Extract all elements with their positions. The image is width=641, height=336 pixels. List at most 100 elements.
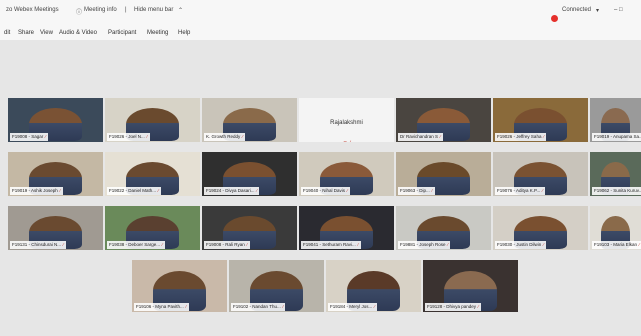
participant-tile[interactable]: F19062 - Sunita Kuruv...⁄ — [590, 152, 641, 196]
participant-name: F19026 - Joel N... — [109, 134, 145, 139]
participant-name-label: F19041 - Sethuram Ravi... ⁄ — [301, 241, 361, 249]
mic-muted-icon: ⁄ — [543, 242, 545, 247]
participant-name-label: F19062 - Sunita Kuruv...⁄ — [592, 187, 641, 195]
participant-name-label: F19038 - Deboer Sarge... ⁄ — [107, 241, 165, 249]
participant-name: F19063 - Dip... — [400, 188, 430, 193]
hide-menu-bar-button[interactable]: Hide menu bar — [134, 7, 173, 13]
mic-muted-icon: ⁄ — [185, 304, 187, 309]
participant-name: F19106 - Myna Pavith... — [136, 304, 184, 309]
participant-tile[interactable]: F19022 - Daniel Math... ⁄ — [105, 152, 200, 196]
meeting-info-button[interactable]: Meeting info — [84, 7, 117, 13]
participant-name-label: F19184 - Meryl Jos... ⁄ — [328, 303, 378, 311]
participant-tile[interactable]: F19030 - Justin Dilwin ⁄ — [493, 206, 588, 250]
participant-name: Dr Ravichandran S — [400, 134, 439, 139]
participant-tile[interactable]: F19076 - Aditya K.P... ⁄ — [493, 152, 588, 196]
participant-name: F19040 - Nihal Davis — [303, 188, 346, 193]
connection-status-icon — [551, 15, 558, 22]
participant-tile[interactable]: F19103 - Maria Elkan ⁄ — [590, 206, 641, 250]
participant-name: F19062 - Sunita Kuruv... — [594, 188, 641, 193]
participant-name: F19038 - Deboer Sarge... — [109, 242, 161, 247]
participant-tile[interactable]: F19040 - Nihal Davis ⁄ — [299, 152, 394, 196]
participant-name-label: F19026 - Joel N... ⁄ — [107, 133, 150, 141]
participant-name-label: F19131 - Chinsdurai N... ⁄ — [10, 241, 66, 249]
participant-tile[interactable]: F19026 - Jeffrey Saha ⁄ — [493, 98, 588, 142]
app-title: zo Webex Meetings — [6, 7, 59, 13]
menu-share[interactable]: Share — [18, 30, 34, 36]
menu-audio-video[interactable]: Audio & Video — [59, 30, 97, 36]
window-controls[interactable]: – □ — [614, 7, 623, 13]
title-bar: zo Webex Meetings ⓘ Meeting info | Hide … — [0, 0, 641, 22]
participant-name-label: F19019 - Ashik Joseph ⁄ — [10, 187, 63, 195]
participant-tile[interactable]: F19019 - Anupama Sa...⁄ — [590, 98, 641, 142]
participant-name: F19881 - Joseph Rose — [400, 242, 446, 247]
participant-tile[interactable]: Rajalakshmi ⊘ ⁄ — [299, 98, 394, 142]
participant-name: F19128 - Dhivya pandey — [427, 304, 477, 309]
participant-tile[interactable]: F19128 - Dhivya pandey ⁄ — [423, 260, 518, 312]
participant-tile[interactable]: F19038 - Deboer Sarge... ⁄ — [105, 206, 200, 250]
mic-muted-icon: ⁄ — [146, 134, 148, 139]
mic-muted-icon: ⁄ — [162, 242, 163, 247]
participant-tile[interactable]: F19063 - Dip... ⁄ — [396, 152, 491, 196]
participant-name-large: Rajalakshmi — [330, 120, 363, 126]
participant-name-label: F19040 - Nihal Davis ⁄ — [301, 187, 350, 195]
menu-meeting[interactable]: Meeting — [147, 30, 168, 36]
chevron-up-icon[interactable]: ⌃ — [178, 7, 183, 14]
participant-name-label: F19076 - Aditya K.P... ⁄ — [495, 187, 545, 195]
mic-muted-icon: ⁄ — [246, 242, 248, 247]
participant-name-label: Dr Ravichandran S ⁄ — [398, 133, 443, 141]
menu-edit[interactable]: dit — [4, 30, 10, 36]
mic-muted-icon: ⊘ ⁄ — [299, 140, 394, 142]
participant-tile[interactable]: F19041 - Sethuram Ravi... ⁄ — [299, 206, 394, 250]
participant-name-label: F19022 - Daniel Math... ⁄ — [107, 187, 161, 195]
participant-name-label: K. Growth Reddy ⁄ — [204, 133, 246, 141]
chevron-down-icon[interactable]: ▾ — [596, 7, 599, 14]
participant-tile[interactable]: Dr Ravichandran S ⁄ — [396, 98, 491, 142]
participant-name-label: F19106 - Myna Pavith... ⁄ — [134, 303, 189, 311]
mic-muted-icon: ⁄ — [431, 188, 433, 193]
mic-muted-icon: ⁄ — [478, 304, 479, 309]
participant-name: F19019 - Anupama Sa... — [594, 134, 641, 139]
participant-tile[interactable]: K. Growth Reddy ⁄ — [202, 98, 297, 142]
participant-name-label: F19008 - Rali Ryan ⁄ — [204, 241, 250, 249]
participant-name: F19103 - Maria Elkan — [594, 242, 638, 247]
participant-name: F19019 - Ashik Joseph — [12, 188, 58, 193]
participant-tile[interactable]: F19881 - Joseph Rose ⁄ — [396, 206, 491, 250]
participant-name-label: F19024 - Divya Dasari... ⁄ — [204, 187, 260, 195]
participant-name-label: F19128 - Dhivya pandey ⁄ — [425, 303, 481, 311]
mic-muted-icon: ⁄ — [447, 242, 449, 247]
participant-name: F19008 - Rali Ryan — [206, 242, 245, 247]
info-icon[interactable]: ⓘ — [76, 7, 82, 16]
participant-tile[interactable]: F19019 - Ashik Joseph ⁄ — [8, 152, 103, 196]
mic-muted-icon: ⁄ — [357, 242, 359, 247]
participant-name-label: F19030 - Justin Dilwin ⁄ — [495, 241, 547, 249]
participant-tile[interactable]: F19024 - Divya Dasari... ⁄ — [202, 152, 297, 196]
participant-tile[interactable]: F19184 - Meryl Jos... ⁄ — [326, 260, 421, 312]
participant-name: F19022 - Daniel Math... — [109, 188, 157, 193]
participant-tile[interactable]: F19106 - Myna Pavith... ⁄ — [132, 260, 227, 312]
participant-name: F19024 - Divya Dasari... — [206, 188, 255, 193]
menu-bar: dit Share View Audio & Video Participant… — [0, 22, 641, 40]
participant-name-label: F19019 - Anupama Sa...⁄ — [592, 133, 641, 141]
participant-name-label: F19063 - Dip... ⁄ — [398, 187, 435, 195]
menu-help[interactable]: Help — [178, 30, 190, 36]
mic-muted-icon: ⁄ — [440, 134, 441, 139]
participant-name: F19026 - Jeffrey Saha — [497, 134, 542, 139]
menu-view[interactable]: View — [40, 30, 53, 36]
mic-muted-icon: ⁄ — [45, 134, 47, 139]
participant-name: F19131 - Chinsdurai N... — [12, 242, 62, 247]
participant-tile[interactable]: F19026 - Joel N... ⁄ — [105, 98, 200, 142]
participant-name-label: F19881 - Joseph Rose ⁄ — [398, 241, 451, 249]
participant-tile[interactable]: F19008 - Sagar ⁄ — [8, 98, 103, 142]
participant-name: F19102 - Nandan Thu... — [233, 304, 281, 309]
participant-tile[interactable]: F19102 - Nandan Thu... ⁄ — [229, 260, 324, 312]
menu-participant[interactable]: Participant — [108, 30, 136, 36]
participant-name-label: F19026 - Jeffrey Saha ⁄ — [495, 133, 547, 141]
participant-name: F19030 - Justin Dilwin — [497, 242, 542, 247]
mic-muted-icon: ⁄ — [63, 242, 64, 247]
mic-muted-icon: ⁄ — [242, 134, 244, 139]
participant-tile[interactable]: F19008 - Rali Ryan ⁄ — [202, 206, 297, 250]
connection-status[interactable]: Connected — [562, 7, 591, 13]
participant-tile[interactable]: F19131 - Chinsdurai N... ⁄ — [8, 206, 103, 250]
mic-muted-icon: ⁄ — [158, 188, 159, 193]
mic-muted-icon: ⁄ — [282, 304, 284, 309]
